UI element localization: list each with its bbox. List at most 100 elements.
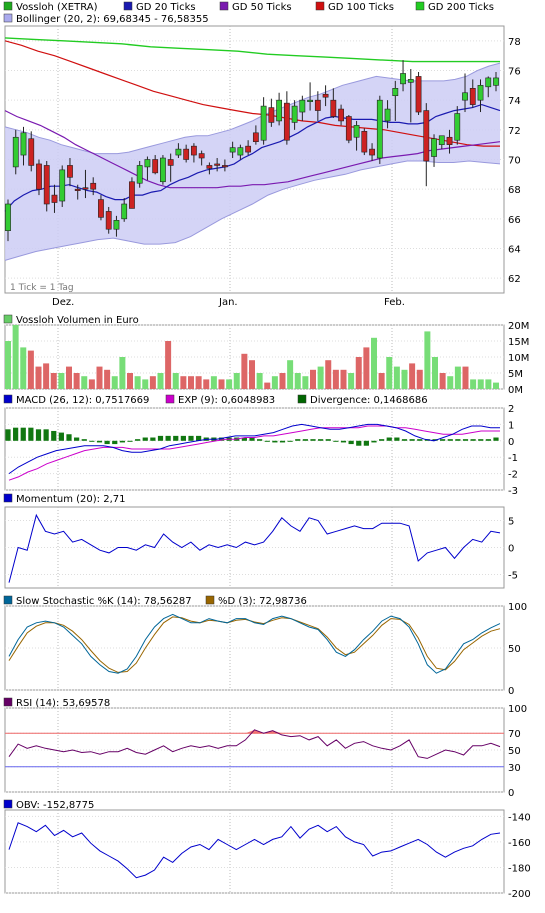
candle-body (276, 99, 283, 122)
legend-label-2: GD 50 Ticks (232, 2, 292, 13)
divergence-bar (165, 435, 171, 441)
candle-body (338, 108, 344, 122)
legend-swatch-2 (219, 1, 229, 11)
candle-body (59, 169, 66, 202)
candle-body (90, 182, 97, 190)
candle-body (322, 93, 329, 98)
volume-ytick-label: 10M (508, 353, 529, 364)
divergence-bar (180, 435, 186, 441)
divergence-bar (74, 437, 80, 441)
candle-body (477, 85, 484, 101)
candle-body (384, 108, 391, 122)
candle-body (98, 199, 104, 218)
volume-bar (363, 347, 370, 389)
divergence-bar (363, 440, 369, 446)
divergence-bar (417, 439, 423, 441)
volume-bar (317, 366, 324, 389)
candle-body (446, 136, 453, 145)
volume-bar (249, 360, 255, 389)
x-axis-label: Jan. (218, 297, 238, 308)
candle-body (43, 165, 50, 205)
volume-ytick-label: 5M (508, 369, 523, 380)
candle-body (462, 92, 468, 101)
volume-bar (5, 341, 11, 389)
volume-bar (332, 369, 339, 389)
rsi-ytick-label: 70 (508, 729, 521, 740)
price-ytick-label: 78 (508, 37, 521, 48)
divergence-bar (333, 440, 339, 442)
volume-bar (256, 373, 263, 389)
obv-legend-label: OBV: -152,8775 (16, 800, 94, 811)
macd-ytick-label: 0 (508, 437, 514, 448)
volume-bar (477, 379, 484, 389)
price-ytick-label: 74 (508, 96, 521, 107)
candle-body (376, 99, 383, 159)
volume-bar (470, 379, 477, 389)
divergence-bar (287, 440, 293, 442)
divergence-bar (13, 427, 19, 441)
rsi-ytick-label: 0 (508, 788, 514, 799)
divergence-bar (89, 440, 95, 442)
volume-bar (287, 360, 294, 389)
macd-ytick-label: -3 (508, 486, 518, 497)
legend-label-4: GD 200 Ticks (428, 2, 494, 13)
candle-body (400, 73, 406, 85)
volume-ytick-label: 15M (508, 337, 529, 348)
volume-bar (310, 369, 316, 389)
volume-bar (165, 341, 172, 389)
macd-ytick-label: -1 (508, 453, 518, 464)
divergence-bar (119, 440, 125, 443)
divergence-bar (81, 439, 87, 441)
divergence-bar (295, 439, 301, 441)
divergence-bar (127, 440, 133, 442)
volume-bar (66, 366, 72, 389)
x-axis-label: Feb. (384, 297, 405, 308)
candle-body (175, 148, 182, 156)
divergence-bar (279, 440, 286, 443)
obv-ytick-label: -140 (508, 812, 531, 823)
divergence-bar (188, 435, 194, 441)
candle-body (369, 148, 375, 156)
bollinger-legend-swatch (3, 13, 13, 23)
divergence-bar (318, 439, 324, 441)
divergence-bar (462, 439, 469, 441)
volume-bar (172, 373, 179, 389)
volume-bar (371, 337, 377, 389)
rsi-ytick-label: 100 (508, 704, 527, 715)
candle-body (28, 138, 35, 166)
divergence-bar (142, 437, 148, 441)
macd-ytick-label: -2 (508, 470, 518, 481)
volume-bar (401, 369, 408, 389)
divergence-bar (386, 437, 392, 441)
divergence-bar (493, 437, 499, 441)
divergence-bar (470, 439, 476, 441)
volume-bar (462, 366, 469, 389)
volume-bar (386, 357, 393, 389)
candle-body (392, 88, 399, 97)
candle-body (245, 145, 252, 153)
candle-body (237, 147, 244, 156)
macd-panel-frame (4, 407, 505, 491)
candle-body (20, 132, 27, 156)
divergence-bar (5, 429, 11, 441)
divergence-bar (325, 439, 331, 441)
momentum-ytick-label: 0 (508, 544, 514, 555)
momentum-legend-label: Momentum (20): 2,71 (16, 494, 126, 505)
candle-body (51, 194, 58, 203)
candle-body (291, 105, 298, 123)
divergence-bar (96, 440, 103, 443)
candle-body (260, 105, 267, 141)
divergence-bar (310, 439, 316, 441)
candle-body (423, 110, 430, 162)
volume-bar (393, 366, 400, 389)
divergence-bar (66, 434, 72, 441)
candle-body (136, 165, 143, 184)
macd-legend-label-0: MACD (26, 12): 0,7517669 (16, 395, 149, 406)
candle-body (314, 99, 321, 111)
volume-bar (416, 369, 423, 389)
volume-bar (12, 325, 19, 389)
volume-bar (142, 379, 149, 389)
candle-body (415, 76, 422, 113)
volume-bar (127, 373, 133, 389)
macd-legend-swatch-0 (3, 394, 13, 404)
